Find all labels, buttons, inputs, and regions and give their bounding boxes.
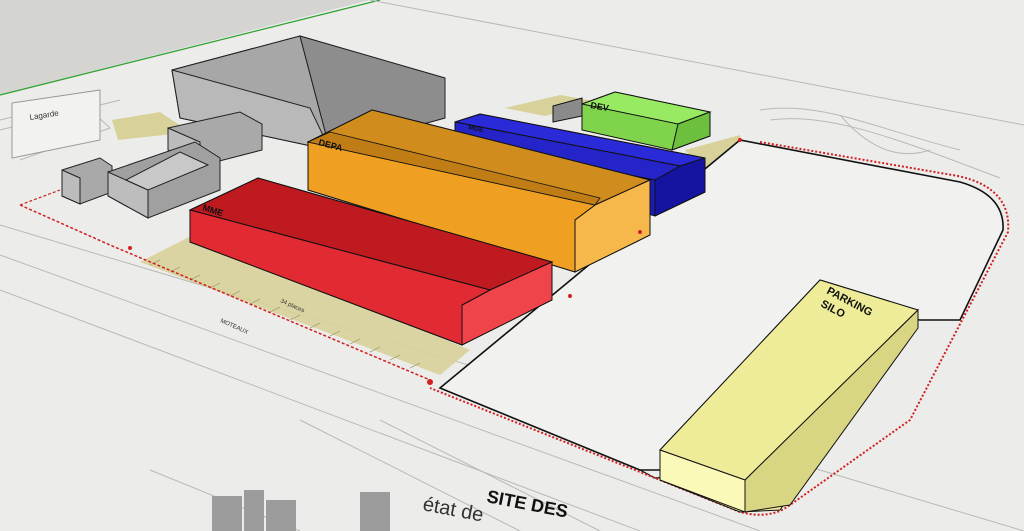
3d-site-model-viewport[interactable]: Lagarde 34 places MOTEAUX MDE DEV DEPA M… bbox=[0, 0, 1024, 531]
